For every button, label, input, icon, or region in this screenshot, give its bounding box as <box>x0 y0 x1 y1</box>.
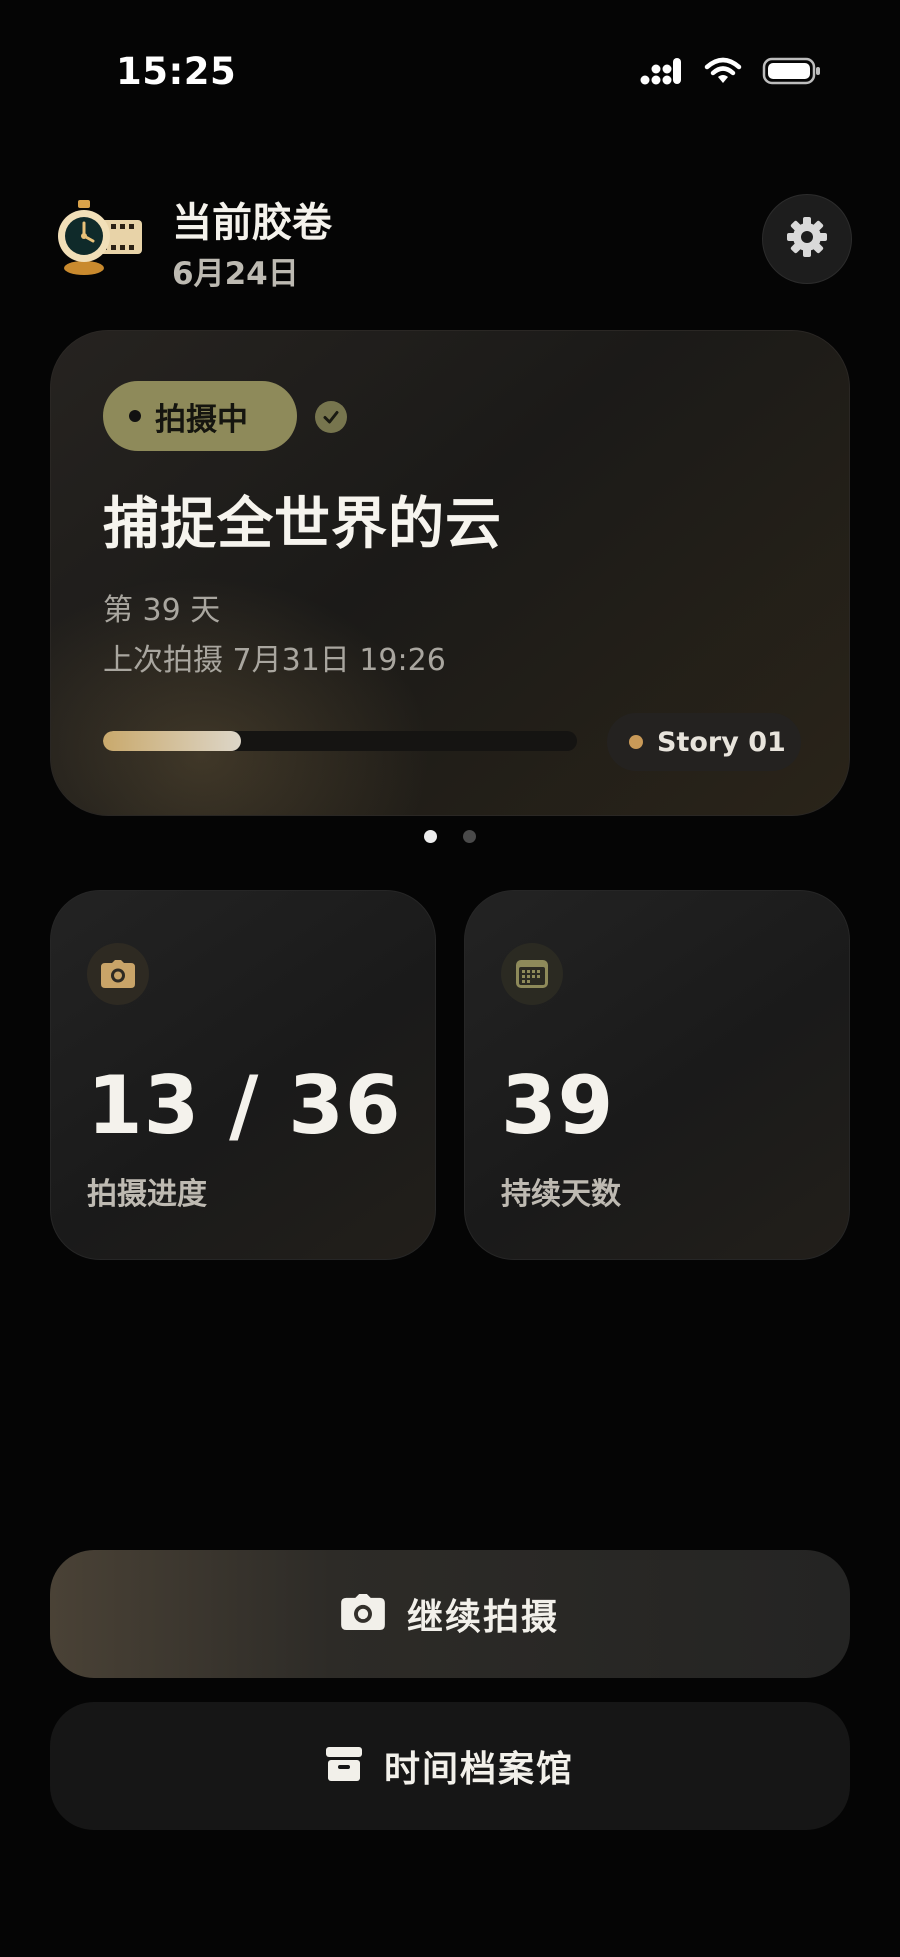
story-dot <box>629 735 643 749</box>
page-indicator[interactable] <box>0 830 900 843</box>
streak-days-card: 39 持续天数 <box>464 890 850 1260</box>
roll-title: 捕捉全世界的云 <box>103 492 502 557</box>
status-time: 15:25 <box>116 50 237 93</box>
header: 当前胶卷 6月24日 <box>50 188 852 298</box>
story-tag[interactable]: Story 01 <box>607 713 801 771</box>
signal-icon <box>640 56 684 90</box>
shots-progress-value: 13 / 36 <box>87 1059 402 1152</box>
header-date: 6月24日 <box>172 256 299 292</box>
check-circle-icon <box>315 401 347 433</box>
roll-progress-fill <box>103 731 242 751</box>
archive-box-icon <box>325 1747 362 1785</box>
story-label: Story 01 <box>657 726 786 758</box>
page-dot[interactable] <box>463 830 476 843</box>
continue-shooting-button[interactable]: 继续拍摄 <box>50 1550 850 1678</box>
continue-shooting-label: 继续拍摄 <box>406 1597 559 1638</box>
gear-icon <box>785 215 829 263</box>
last-shot-time: 上次拍摄 7月31日 19:26 <box>103 643 446 678</box>
current-roll-card[interactable]: 拍摄中 捕捉全世界的云 第 39 天 上次拍摄 7月31日 19:26 Stor… <box>50 330 850 816</box>
camera-icon <box>87 943 149 1005</box>
roll-day-count: 第 39 天 <box>103 593 221 628</box>
calendar-icon <box>501 943 563 1005</box>
camera-icon <box>341 1594 385 1634</box>
roll-progress-bar <box>103 731 577 751</box>
status-dot <box>129 410 141 422</box>
time-archive-button[interactable]: 时间档案馆 <box>50 1702 850 1830</box>
page-title: 当前胶卷 <box>172 200 332 246</box>
streak-days-label: 持续天数 <box>501 1177 621 1212</box>
wifi-icon <box>704 56 742 90</box>
status-icons <box>640 56 822 90</box>
status-label: 拍摄中 <box>155 401 248 438</box>
page-dot[interactable] <box>424 830 437 843</box>
film-clock-logo <box>58 200 144 280</box>
battery-icon <box>762 56 822 90</box>
status-badge: 拍摄中 <box>103 381 297 451</box>
home-screen: 15:25 当前胶卷 6月24日 拍摄中 捕捉全世界的云 第 39 天 上次拍摄… <box>0 0 900 1957</box>
settings-button[interactable] <box>762 194 852 284</box>
streak-days-value: 39 <box>501 1059 615 1152</box>
shots-progress-label: 拍摄进度 <box>87 1177 207 1212</box>
time-archive-label: 时间档案馆 <box>383 1749 574 1790</box>
shooting-progress-card: 13 / 36 拍摄进度 <box>50 890 436 1260</box>
